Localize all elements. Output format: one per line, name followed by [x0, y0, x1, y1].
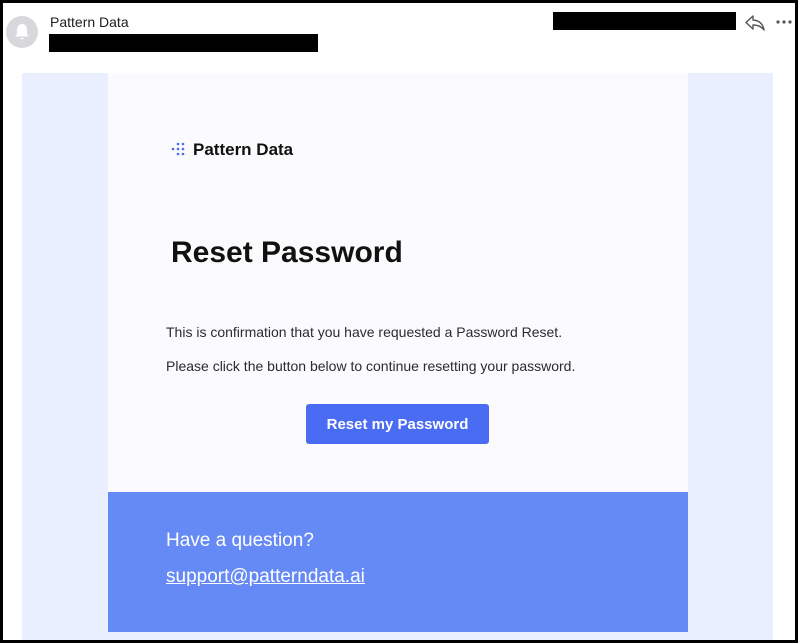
brand-name: Pattern Data: [193, 140, 294, 159]
more-options-icon[interactable]: [774, 11, 794, 33]
support-email-link[interactable]: support@patterndata.ai: [166, 566, 365, 588]
sender-name: Pattern Data: [50, 14, 129, 30]
bell-icon: [15, 24, 29, 40]
reset-password-button[interactable]: Reset my Password: [306, 404, 489, 444]
confirmation-text: This is confirmation that you have reque…: [166, 324, 563, 340]
footer-question: Have a question?: [166, 530, 314, 551]
email-footer: [108, 492, 688, 632]
redacted-recipient-date: [553, 12, 736, 30]
redacted-sender-address: [49, 34, 318, 52]
page-title: Reset Password: [171, 236, 403, 269]
reply-icon[interactable]: [744, 12, 766, 34]
dot-grid-logo-icon: [171, 142, 185, 156]
instruction-text: Please click the button below to continu…: [166, 358, 576, 374]
sender-avatar[interactable]: [6, 16, 38, 48]
